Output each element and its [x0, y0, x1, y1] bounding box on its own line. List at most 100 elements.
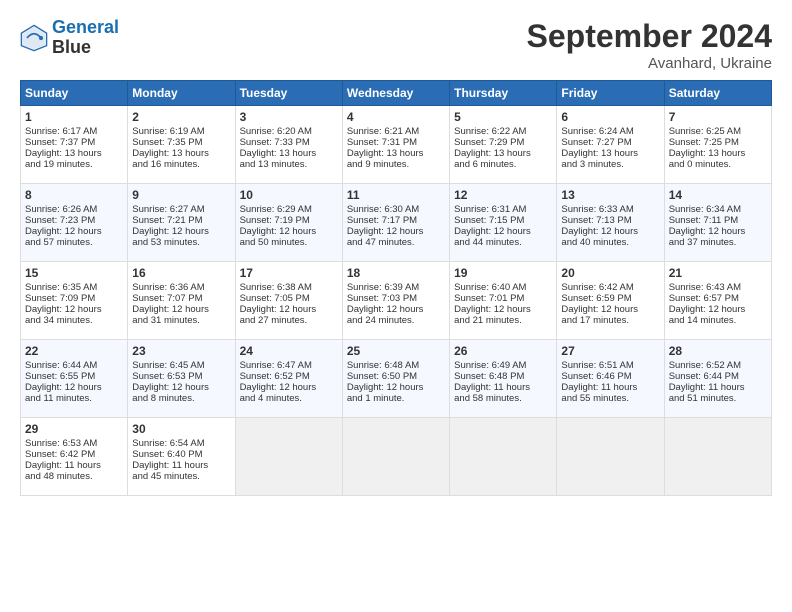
- day-info-line: and 13 minutes.: [240, 159, 338, 170]
- day-info-line: Sunset: 7:01 PM: [454, 293, 552, 304]
- day-info-line: Daylight: 12 hours: [347, 304, 445, 315]
- calendar-cell: 28Sunrise: 6:52 AMSunset: 6:44 PMDayligh…: [664, 340, 771, 418]
- calendar-header-row: Sunday Monday Tuesday Wednesday Thursday…: [21, 81, 772, 106]
- day-info-line: Sunrise: 6:29 AM: [240, 204, 338, 215]
- calendar-week-row: 22Sunrise: 6:44 AMSunset: 6:55 PMDayligh…: [21, 340, 772, 418]
- day-number: 25: [347, 344, 445, 358]
- day-info-line: Sunrise: 6:31 AM: [454, 204, 552, 215]
- day-info-line: Sunset: 6:53 PM: [132, 371, 230, 382]
- day-info-line: Daylight: 12 hours: [132, 226, 230, 237]
- day-info-line: and 0 minutes.: [669, 159, 767, 170]
- day-number: 20: [561, 266, 659, 280]
- day-info-line: Daylight: 13 hours: [669, 148, 767, 159]
- day-info-line: Daylight: 12 hours: [240, 304, 338, 315]
- calendar-cell: 11Sunrise: 6:30 AMSunset: 7:17 PMDayligh…: [342, 184, 449, 262]
- day-info-line: and 9 minutes.: [347, 159, 445, 170]
- day-info-line: Daylight: 13 hours: [25, 148, 123, 159]
- col-friday: Friday: [557, 81, 664, 106]
- day-info-line: Sunset: 6:48 PM: [454, 371, 552, 382]
- calendar-cell: 20Sunrise: 6:42 AMSunset: 6:59 PMDayligh…: [557, 262, 664, 340]
- calendar-table: Sunday Monday Tuesday Wednesday Thursday…: [20, 80, 772, 496]
- day-info-line: Sunrise: 6:17 AM: [25, 126, 123, 137]
- calendar-week-row: 29Sunrise: 6:53 AMSunset: 6:42 PMDayligh…: [21, 418, 772, 496]
- calendar-cell: 4Sunrise: 6:21 AMSunset: 7:31 PMDaylight…: [342, 106, 449, 184]
- day-info-line: and 44 minutes.: [454, 237, 552, 248]
- calendar-cell: 14Sunrise: 6:34 AMSunset: 7:11 PMDayligh…: [664, 184, 771, 262]
- day-info-line: and 27 minutes.: [240, 315, 338, 326]
- day-info-line: and 48 minutes.: [25, 471, 123, 482]
- calendar-body: 1Sunrise: 6:17 AMSunset: 7:37 PMDaylight…: [21, 106, 772, 496]
- day-info-line: Sunrise: 6:20 AM: [240, 126, 338, 137]
- day-info-line: Sunrise: 6:19 AM: [132, 126, 230, 137]
- day-info-line: Sunset: 7:33 PM: [240, 137, 338, 148]
- day-info-line: and 34 minutes.: [25, 315, 123, 326]
- day-info-line: Daylight: 13 hours: [240, 148, 338, 159]
- day-info-line: and 58 minutes.: [454, 393, 552, 404]
- calendar-cell: 25Sunrise: 6:48 AMSunset: 6:50 PMDayligh…: [342, 340, 449, 418]
- calendar-cell: 10Sunrise: 6:29 AMSunset: 7:19 PMDayligh…: [235, 184, 342, 262]
- day-info-line: Sunrise: 6:48 AM: [347, 360, 445, 371]
- col-wednesday: Wednesday: [342, 81, 449, 106]
- day-number: 19: [454, 266, 552, 280]
- calendar-cell: 12Sunrise: 6:31 AMSunset: 7:15 PMDayligh…: [450, 184, 557, 262]
- day-info-line: Sunrise: 6:33 AM: [561, 204, 659, 215]
- day-number: 6: [561, 110, 659, 124]
- col-saturday: Saturday: [664, 81, 771, 106]
- day-info-line: Sunset: 7:03 PM: [347, 293, 445, 304]
- day-info-line: Sunrise: 6:27 AM: [132, 204, 230, 215]
- day-info-line: Sunrise: 6:51 AM: [561, 360, 659, 371]
- day-info-line: and 6 minutes.: [454, 159, 552, 170]
- day-number: 21: [669, 266, 767, 280]
- day-info-line: Daylight: 11 hours: [669, 382, 767, 393]
- day-info-line: Sunrise: 6:49 AM: [454, 360, 552, 371]
- header: General Blue September 2024 Avanhard, Uk…: [20, 18, 772, 72]
- day-info-line: and 47 minutes.: [347, 237, 445, 248]
- day-info-line: Sunrise: 6:52 AM: [669, 360, 767, 371]
- day-info-line: Sunset: 7:19 PM: [240, 215, 338, 226]
- day-info-line: Sunset: 6:50 PM: [347, 371, 445, 382]
- day-info-line: Sunset: 7:09 PM: [25, 293, 123, 304]
- calendar-cell: 21Sunrise: 6:43 AMSunset: 6:57 PMDayligh…: [664, 262, 771, 340]
- day-info-line: Sunset: 7:29 PM: [454, 137, 552, 148]
- day-info-line: Daylight: 11 hours: [25, 460, 123, 471]
- day-info-line: Sunrise: 6:34 AM: [669, 204, 767, 215]
- day-number: 30: [132, 422, 230, 436]
- day-info-line: Sunset: 6:40 PM: [132, 449, 230, 460]
- location-subtitle: Avanhard, Ukraine: [527, 55, 772, 72]
- day-info-line: and 17 minutes.: [561, 315, 659, 326]
- calendar-cell: [664, 418, 771, 496]
- day-number: 1: [25, 110, 123, 124]
- day-number: 7: [669, 110, 767, 124]
- day-info-line: Daylight: 12 hours: [132, 304, 230, 315]
- title-block: September 2024 Avanhard, Ukraine: [527, 18, 772, 72]
- day-info-line: Sunrise: 6:40 AM: [454, 282, 552, 293]
- day-info-line: Daylight: 13 hours: [132, 148, 230, 159]
- col-sunday: Sunday: [21, 81, 128, 106]
- day-info-line: Sunrise: 6:43 AM: [669, 282, 767, 293]
- day-info-line: Daylight: 12 hours: [25, 226, 123, 237]
- day-info-line: Sunrise: 6:42 AM: [561, 282, 659, 293]
- day-info-line: and 40 minutes.: [561, 237, 659, 248]
- day-info-line: and 11 minutes.: [25, 393, 123, 404]
- day-info-line: and 19 minutes.: [25, 159, 123, 170]
- day-info-line: Sunset: 6:44 PM: [669, 371, 767, 382]
- calendar-cell: 9Sunrise: 6:27 AMSunset: 7:21 PMDaylight…: [128, 184, 235, 262]
- calendar-cell: 16Sunrise: 6:36 AMSunset: 7:07 PMDayligh…: [128, 262, 235, 340]
- day-number: 16: [132, 266, 230, 280]
- day-info-line: Daylight: 12 hours: [347, 226, 445, 237]
- day-number: 9: [132, 188, 230, 202]
- day-info-line: Sunrise: 6:44 AM: [25, 360, 123, 371]
- day-info-line: and 14 minutes.: [669, 315, 767, 326]
- day-info-line: and 50 minutes.: [240, 237, 338, 248]
- month-title: September 2024: [527, 18, 772, 55]
- calendar-cell: [557, 418, 664, 496]
- day-info-line: Sunset: 6:57 PM: [669, 293, 767, 304]
- day-number: 13: [561, 188, 659, 202]
- calendar-cell: 8Sunrise: 6:26 AMSunset: 7:23 PMDaylight…: [21, 184, 128, 262]
- calendar-cell: 15Sunrise: 6:35 AMSunset: 7:09 PMDayligh…: [21, 262, 128, 340]
- day-info-line: Sunset: 6:52 PM: [240, 371, 338, 382]
- day-info-line: Sunrise: 6:53 AM: [25, 438, 123, 449]
- day-info-line: Sunrise: 6:21 AM: [347, 126, 445, 137]
- calendar-cell: 26Sunrise: 6:49 AMSunset: 6:48 PMDayligh…: [450, 340, 557, 418]
- calendar-cell: 18Sunrise: 6:39 AMSunset: 7:03 PMDayligh…: [342, 262, 449, 340]
